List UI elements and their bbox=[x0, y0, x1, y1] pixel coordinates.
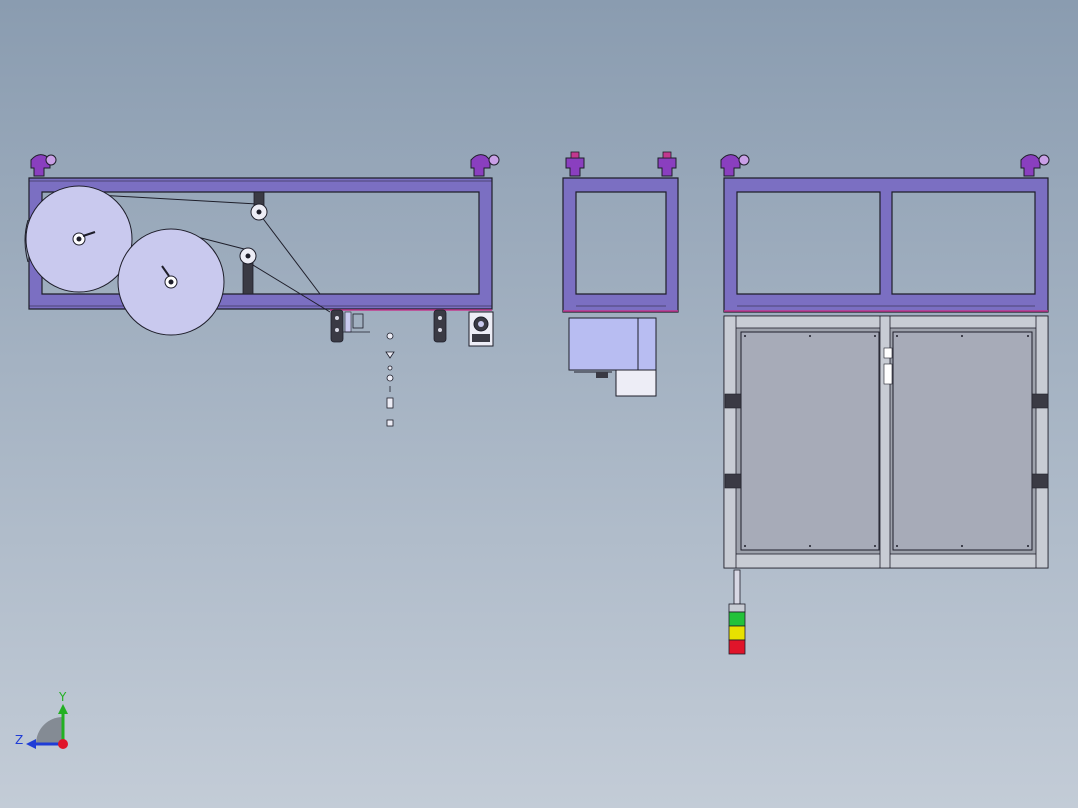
front-view[interactable] bbox=[720, 154, 1050, 655]
exploded-hardware bbox=[385, 332, 395, 427]
stack-light-yellow bbox=[728, 625, 746, 641]
tensioner-lower bbox=[239, 247, 257, 295]
triad-y-arrow bbox=[58, 704, 68, 714]
door-latches bbox=[883, 347, 893, 385]
cad-viewport[interactable]: Y Z bbox=[0, 0, 1078, 808]
bracket-left bbox=[330, 309, 370, 343]
roller-small bbox=[117, 228, 225, 336]
side-view[interactable] bbox=[24, 154, 500, 427]
triad-z-arrow bbox=[26, 739, 36, 749]
end-view[interactable] bbox=[562, 151, 679, 397]
machine-frame[interactable] bbox=[723, 177, 1049, 313]
triad-x-axis bbox=[58, 739, 68, 749]
leveling-foot-left bbox=[720, 154, 750, 177]
leveling-foot-right bbox=[1020, 154, 1050, 177]
triad-arc bbox=[36, 717, 63, 744]
cabinet-door-left[interactable] bbox=[740, 331, 880, 551]
machine-frame[interactable] bbox=[562, 177, 679, 313]
triad-y-label: Y bbox=[58, 690, 67, 704]
stack-light-red bbox=[728, 639, 746, 655]
roller-large bbox=[24, 185, 133, 293]
cabinet-door-right[interactable] bbox=[892, 331, 1033, 551]
coordinate-triad[interactable]: Y Z bbox=[15, 690, 68, 749]
tensioner-upper bbox=[250, 191, 268, 221]
motor-housing bbox=[568, 317, 657, 397]
stack-light-green bbox=[728, 611, 746, 627]
leveling-foot-right bbox=[470, 154, 500, 177]
bracket-right bbox=[433, 309, 447, 343]
stack-light bbox=[728, 569, 746, 655]
leveling-foot-left bbox=[30, 154, 57, 177]
triad-z-label: Z bbox=[15, 733, 23, 747]
leveling-foot-left bbox=[565, 151, 585, 177]
motor-bracket bbox=[468, 311, 494, 347]
leveling-foot-right bbox=[657, 151, 677, 177]
